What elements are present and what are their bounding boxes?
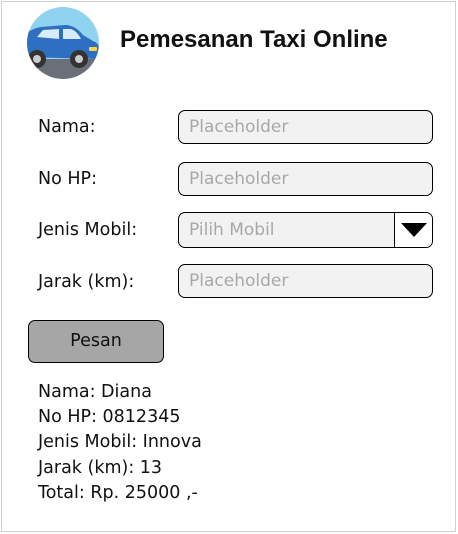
jenis-mobil-selected: Pilih Mobil xyxy=(189,220,275,240)
caret-down-icon[interactable] xyxy=(394,213,432,247)
result-nohp: No HP: 0812345 xyxy=(38,407,181,427)
jarak-input[interactable] xyxy=(178,264,433,298)
nohp-input[interactable] xyxy=(178,162,433,196)
jenis-mobil-select[interactable]: Pilih Mobil xyxy=(178,212,433,248)
pesan-button[interactable]: Pesan xyxy=(28,320,164,363)
result-total: Total: Rp. 25000 ,- xyxy=(38,483,198,503)
taxi-car-icon xyxy=(27,7,99,79)
result-jenis-mobil: Jenis Mobil: Innova xyxy=(38,432,202,452)
nohp-label: No HP: xyxy=(38,169,97,189)
jarak-label: Jarak (km): xyxy=(38,272,135,292)
nama-input[interactable] xyxy=(178,110,433,144)
jenis-mobil-label: Jenis Mobil: xyxy=(38,220,138,240)
result-nama: Nama: Diana xyxy=(38,382,152,402)
result-jarak: Jarak (km): 13 xyxy=(38,458,163,478)
nama-label: Nama: xyxy=(38,117,96,137)
page-title: Pemesanan Taxi Online xyxy=(120,26,388,53)
